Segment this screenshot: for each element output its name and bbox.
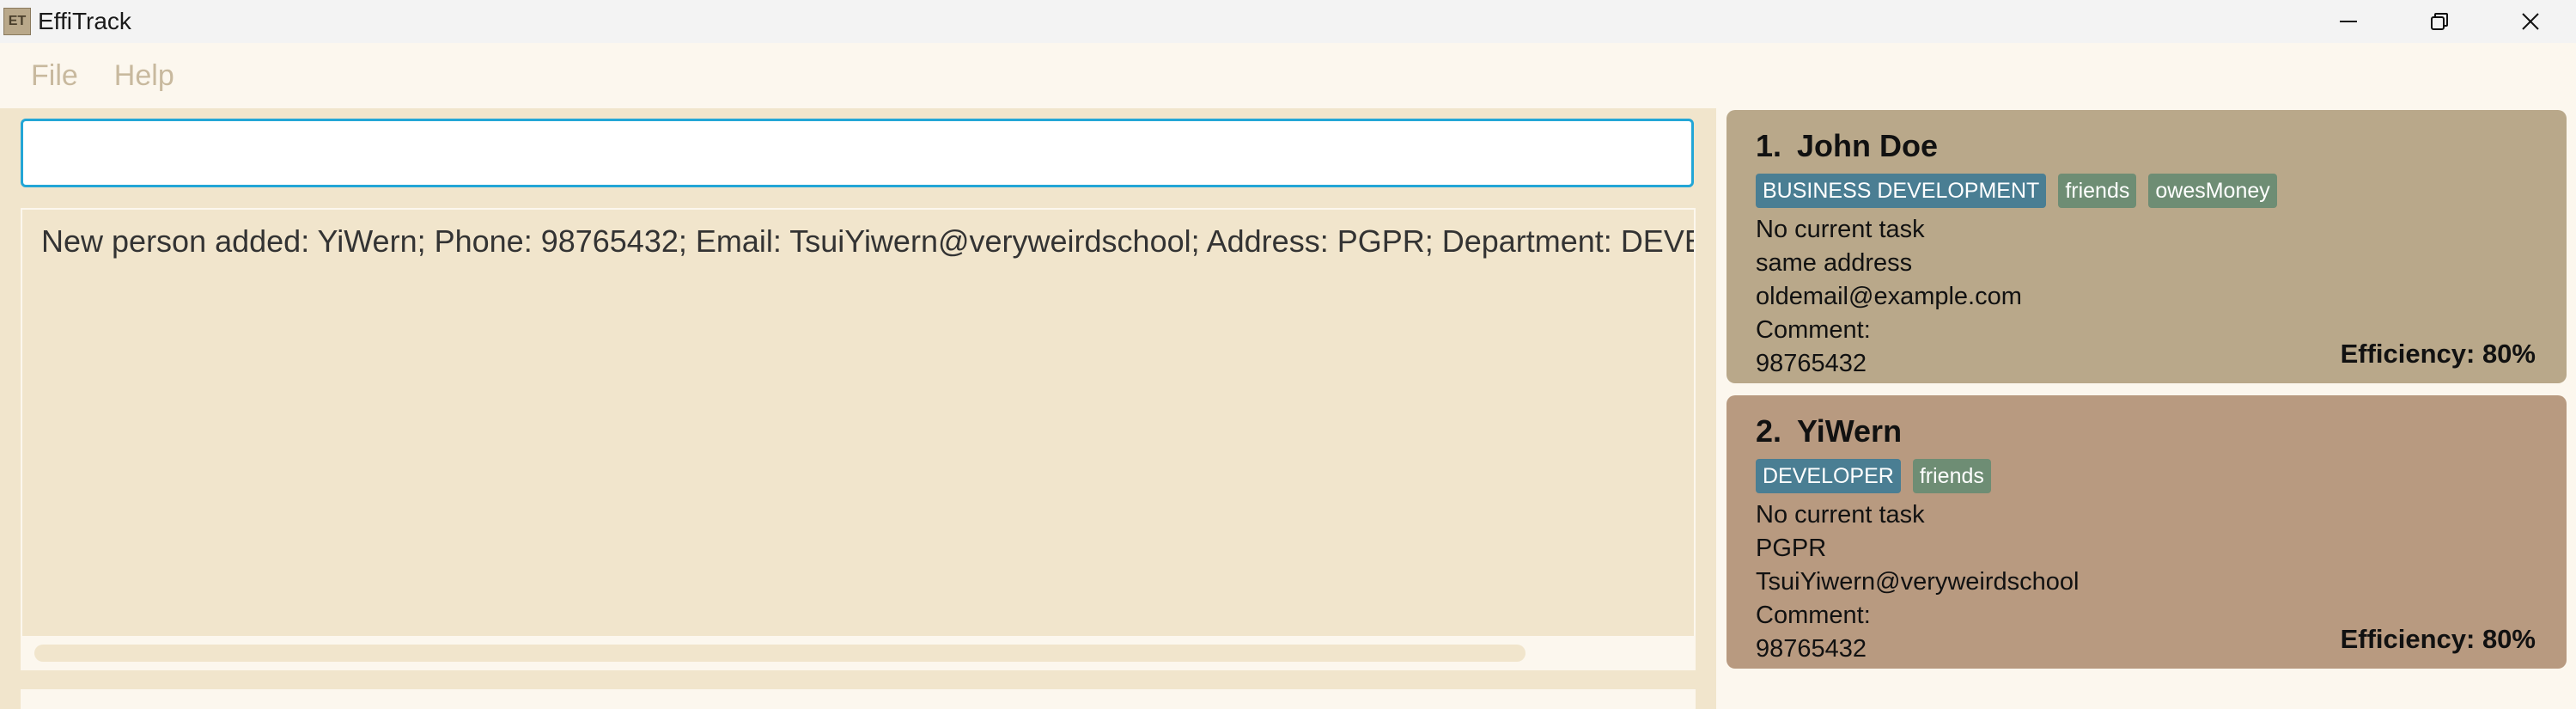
person-name-text: YiWern [1797, 413, 1903, 449]
menu-file[interactable]: File [31, 59, 78, 93]
person-task: No current task [1756, 216, 1925, 243]
menu-bar: File Help [0, 43, 2576, 108]
app-logo-icon: ET [3, 8, 31, 35]
person-list[interactable]: 1. John Doe BUSINESS DEVELOPMENT friends … [1716, 108, 2576, 709]
person-name: 2. YiWern [1756, 413, 2537, 450]
command-input[interactable] [21, 119, 1694, 187]
window-controls [2303, 0, 2576, 43]
restore-button[interactable] [2394, 0, 2485, 43]
close-icon [2522, 13, 2539, 30]
window-title: EffiTrack [38, 8, 131, 34]
tag-list: DEVELOPER friends [1756, 459, 2537, 493]
result-message: New person added: YiWern; Phone: 9876543… [41, 223, 1696, 259]
status-bar [21, 689, 1696, 709]
person-efficiency: Efficiency: 80% [2340, 624, 2536, 654]
person-card[interactable]: 1. John Doe BUSINESS DEVELOPMENT friends … [1726, 110, 2567, 383]
tag: owesMoney [2148, 174, 2277, 208]
result-display: New person added: YiWern; Phone: 9876543… [21, 208, 1696, 670]
person-index: 2. [1756, 413, 1782, 449]
close-button[interactable] [2485, 0, 2576, 43]
title-bar: ET EffiTrack [0, 0, 2576, 43]
person-card[interactable]: 2. YiWern DEVELOPER friends No current ta… [1726, 395, 2567, 669]
horizontal-scrollbar[interactable] [22, 636, 1694, 669]
person-name-text: John Doe [1797, 128, 1939, 163]
menu-help[interactable]: Help [114, 59, 174, 93]
left-panel: New person added: YiWern; Phone: 9876543… [0, 108, 1716, 709]
person-address: PGPR [1756, 535, 1827, 562]
department-tag: DEVELOPER [1756, 459, 1901, 493]
person-name: 1. John Doe [1756, 127, 2537, 165]
minimize-button[interactable] [2303, 0, 2394, 43]
person-email: oldemail@example.com [1756, 283, 2022, 310]
minimize-icon [2340, 21, 2357, 22]
person-email: TsuiYiwern@veryweirdschool [1756, 568, 2080, 596]
scrollbar-thumb[interactable] [34, 645, 1526, 662]
restore-icon [2431, 13, 2448, 30]
person-address: same address [1756, 249, 1913, 277]
tag: friends [2058, 174, 2137, 208]
person-index: 1. [1756, 128, 1782, 163]
person-efficiency: Efficiency: 80% [2340, 339, 2536, 369]
department-tag: BUSINESS DEVELOPMENT [1756, 174, 2047, 208]
tag-list: BUSINESS DEVELOPMENT friends owesMoney [1756, 174, 2537, 208]
person-task: No current task [1756, 501, 1925, 529]
tag: friends [1912, 459, 1991, 493]
